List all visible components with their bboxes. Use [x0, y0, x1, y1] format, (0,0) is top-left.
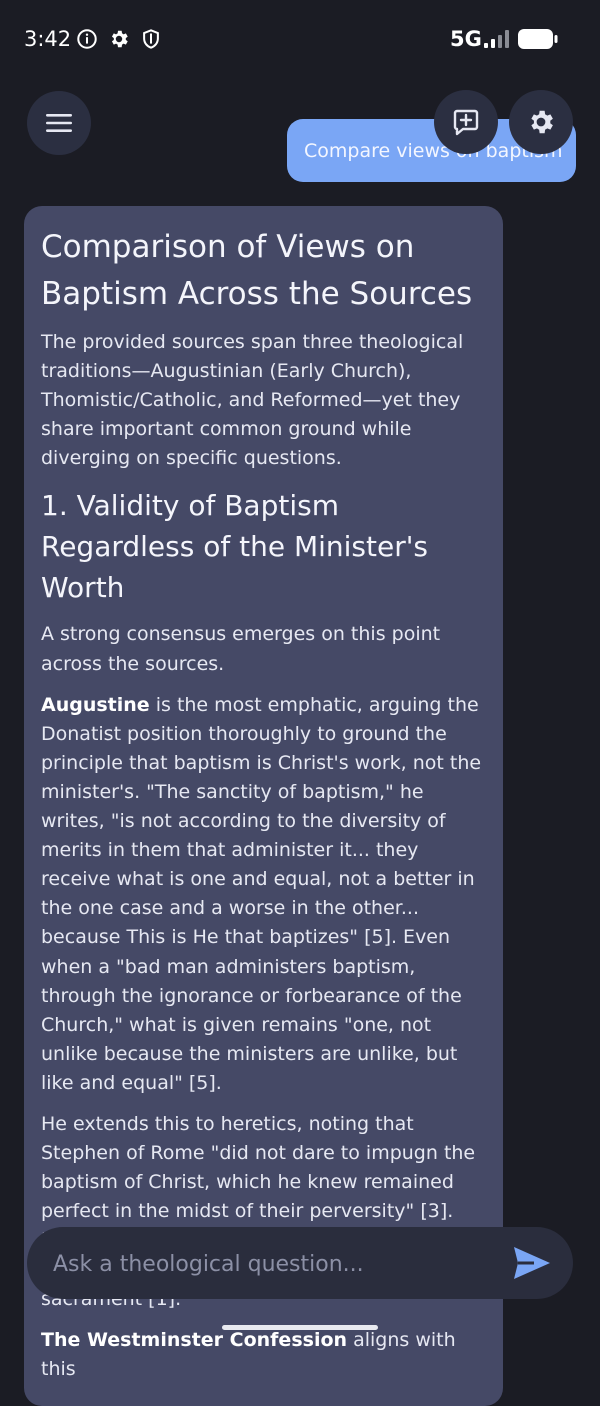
network-type: 5G	[450, 27, 482, 51]
assistant-message-bubble: Comparison of Views on Baptism Across th…	[24, 206, 503, 1406]
bold-source-name: The Westminster Confession	[41, 1328, 348, 1351]
section-heading: 1. Validity of Baptism Regardless of the…	[41, 489, 429, 605]
signal-icon	[484, 30, 509, 48]
info-icon	[77, 29, 97, 49]
battery-icon	[518, 29, 558, 49]
hamburger-menu-icon	[46, 114, 72, 132]
section-paragraph: The Westminster Confession aligns with t…	[41, 1326, 486, 1384]
shield-icon	[143, 29, 159, 49]
section-paragraph: A strong consensus emerges on this point…	[41, 623, 441, 675]
gear-icon	[111, 30, 128, 48]
response-intro: The provided sources span three theologi…	[41, 331, 464, 470]
send-button[interactable]	[509, 1241, 555, 1285]
send-icon	[514, 1247, 550, 1279]
gear-icon	[531, 110, 553, 134]
status-time: 3:42	[24, 27, 72, 51]
menu-button[interactable]	[27, 91, 91, 155]
section-paragraph: Augustine is the most emphatic, arguing …	[41, 691, 486, 1098]
add-box-icon	[453, 109, 479, 136]
home-indicator[interactable]	[222, 1325, 378, 1330]
settings-button[interactable]	[509, 90, 573, 154]
composer-bar	[27, 1227, 573, 1301]
status-bar: 3:42 5G	[0, 0, 600, 80]
paragraph-text: is the most emphatic, arguing the Donati…	[41, 693, 482, 1094]
question-input[interactable]	[51, 1227, 495, 1301]
new-chat-button[interactable]	[434, 90, 498, 154]
response-title: Comparison of Views on Baptism Across th…	[41, 229, 473, 312]
bold-source-name: Augustine	[41, 693, 150, 716]
